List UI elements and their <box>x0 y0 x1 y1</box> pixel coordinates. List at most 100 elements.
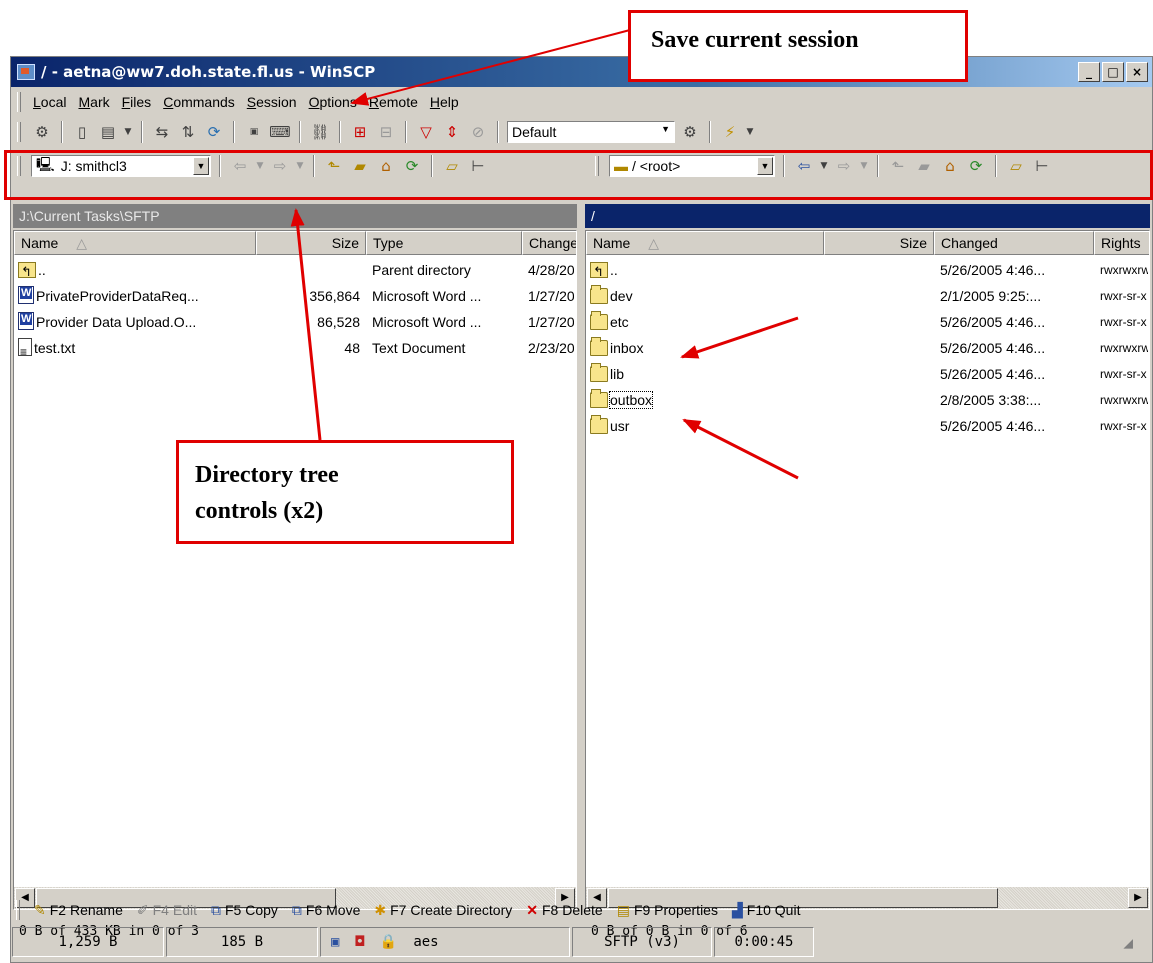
menu-files[interactable]: Files <box>116 94 158 110</box>
menu-options[interactable]: Options <box>303 94 363 110</box>
file-name: .. <box>610 262 618 278</box>
annotation-save-session: Save current session <box>628 10 968 82</box>
word-document-icon <box>18 286 34 304</box>
column-header-rights[interactable]: Rights <box>1094 231 1149 255</box>
file-changed: 5/26/2005 4:46... <box>940 314 1046 330</box>
toolbar-separator <box>61 121 63 143</box>
quit-icon: ▟ <box>731 901 743 918</box>
toolbar-grip[interactable] <box>17 92 21 112</box>
invert-selection-icon[interactable]: ⇕ <box>441 121 463 143</box>
close-button[interactable]: × <box>1126 62 1148 82</box>
menu-bar: Local Mark Files Commands Session Option… <box>11 89 1152 115</box>
status-bar-filler: ◢ <box>816 927 1134 957</box>
refresh-icon[interactable]: ⟳ <box>203 121 225 143</box>
window-controls: _ □ × <box>1078 62 1148 82</box>
synchronize-icon[interactable]: ⇅ <box>177 121 199 143</box>
menu-commands[interactable]: Commands <box>157 94 241 110</box>
compression-icon[interactable]: ▣ <box>331 934 339 950</box>
column-header-size[interactable]: Size <box>824 231 934 255</box>
host-key-icon[interactable]: ◘ <box>355 934 363 950</box>
status-bar: 1,259 B 185 B ▣ ◘ 🔒 aes SFTP (v3) 0:00:4… <box>12 927 1134 957</box>
local-file-list[interactable]: Name △ Size Type Changed .. Parent direc… <box>13 230 577 910</box>
lightning-icon[interactable]: ⚡ <box>719 121 741 143</box>
remote-path: / <box>591 208 595 224</box>
file-size: 48 <box>344 340 360 356</box>
putty-icon[interactable]: ⌨ <box>269 121 291 143</box>
table-row[interactable]: Provider Data Upload.O... 86,528 Microso… <box>14 309 576 335</box>
transfer-settings-value: Default <box>512 124 557 140</box>
table-row[interactable]: dev 2/1/2005 9:25:... rwxr-sr-x <box>586 283 1149 309</box>
minimize-button[interactable]: _ <box>1078 62 1100 82</box>
column-header-changed[interactable]: Changed <box>934 231 1094 255</box>
title-bar[interactable]: / - aetna@ww7.doh.state.fl.us - WinSCP _… <box>11 57 1152 87</box>
transfer-settings-select[interactable]: Default ▼ <box>507 121 675 143</box>
maximize-button[interactable]: □ <box>1102 62 1124 82</box>
column-header-name[interactable]: Name △ <box>14 231 256 255</box>
file-rights: rwxr-sr-x <box>1100 315 1147 329</box>
table-row[interactable]: usr 5/26/2005 4:46... rwxr-sr-x <box>586 413 1149 439</box>
copy-icon: ⧉ <box>210 901 221 918</box>
menu-local[interactable]: Local <box>27 94 72 110</box>
menu-mark[interactable]: Mark <box>72 94 115 110</box>
queue-icon[interactable]: ▤ <box>97 121 119 143</box>
menu-session[interactable]: Session <box>241 94 303 110</box>
delete-button[interactable]: ✕ F8 Delete <box>526 902 602 919</box>
delete-icon: ✕ <box>526 901 538 918</box>
transfer-preferences-icon[interactable]: ⚙ <box>679 121 701 143</box>
column-header-name[interactable]: Name △ <box>586 231 824 255</box>
toolbar-grip[interactable] <box>16 900 20 920</box>
protocol-label: SFTP (v3) <box>572 927 712 957</box>
toolbar-grip[interactable] <box>17 122 21 142</box>
column-header-type[interactable]: Type <box>366 231 522 255</box>
column-header-size[interactable]: Size <box>256 231 366 255</box>
gear-icon[interactable]: ⚙ <box>31 121 53 143</box>
table-row[interactable]: inbox 5/26/2005 4:46... rwxrwxrwx <box>586 335 1149 361</box>
create-directory-button[interactable]: ✱ F7 Create Directory <box>374 902 512 919</box>
compare-directories-icon[interactable]: ⇆ <box>151 121 173 143</box>
synchronize-browsing-icon[interactable]: ⛓ <box>309 121 331 143</box>
copy-button[interactable]: ⧉ F5 Copy <box>211 902 278 919</box>
toolbar-separator <box>299 121 301 143</box>
folder-icon <box>590 337 608 356</box>
table-row[interactable]: lib 5/26/2005 4:46... rwxr-sr-x <box>586 361 1149 387</box>
remote-path-bar[interactable]: / <box>585 204 1150 228</box>
folder-icon <box>590 415 608 434</box>
file-type: Microsoft Word ... <box>372 288 482 304</box>
rename-icon: ✎ <box>34 901 46 918</box>
table-row[interactable]: etc 5/26/2005 4:46... rwxr-sr-x <box>586 309 1149 335</box>
local-path-bar[interactable]: J:\Current Tasks\SFTP <box>13 204 577 228</box>
chevron-down-icon[interactable]: ▼ <box>745 121 755 143</box>
menu-remote[interactable]: Remote <box>363 94 424 110</box>
file-name: inbox <box>610 340 644 356</box>
folder-icon <box>590 389 608 408</box>
chevron-down-icon[interactable]: ▼ <box>661 124 670 134</box>
local-path: J:\Current Tasks\SFTP <box>19 208 160 224</box>
menu-help[interactable]: Help <box>424 94 465 110</box>
table-row[interactable]: test.txt 48 Text Document 2/23/2005 <box>14 335 576 361</box>
console-icon[interactable]: ▣ <box>243 121 265 143</box>
rename-button[interactable]: ✎ F2 Rename <box>34 902 123 919</box>
table-row[interactable]: outbox 2/8/2005 3:38:... rwxrwxrwx <box>586 387 1149 413</box>
file-changed: 1/27/2005 <box>528 314 574 330</box>
file-name: .. <box>38 262 46 278</box>
remote-file-list[interactable]: Name △ Size Changed Rights .. 5/26/2005 … <box>585 230 1150 910</box>
file-rights: rwxr-sr-x <box>1100 419 1147 433</box>
select-files-icon[interactable]: ⊞ <box>349 121 371 143</box>
column-header-changed[interactable]: Changed <box>522 231 576 255</box>
toolbar-separator <box>709 121 711 143</box>
lock-icon[interactable]: 🔒 <box>380 934 397 950</box>
table-row[interactable]: PrivateProviderDataReq... 356,864 Micros… <box>14 283 576 309</box>
open-terminal-icon[interactable]: ▯ <box>71 121 93 143</box>
quit-button[interactable]: ▟ F10 Quit <box>732 902 800 919</box>
chevron-down-icon[interactable]: ▼ <box>123 121 133 143</box>
filter-icon[interactable]: ▽ <box>415 121 437 143</box>
create-directory-icon: ✱ <box>374 901 387 918</box>
table-row[interactable]: .. 5/26/2005 4:46... rwxrwxrwx <box>586 257 1149 283</box>
annotation-directory-toolbars-box <box>4 150 1153 200</box>
file-name: etc <box>610 314 629 330</box>
table-row[interactable]: .. Parent directory 4/28/2005 <box>14 257 576 283</box>
properties-button[interactable]: ▤ F9 Properties <box>617 902 718 919</box>
move-button[interactable]: ⧉ F6 Move <box>292 902 360 919</box>
resize-grip-icon[interactable]: ◢ <box>1123 933 1133 952</box>
file-changed: 4/28/2005 <box>528 262 574 278</box>
